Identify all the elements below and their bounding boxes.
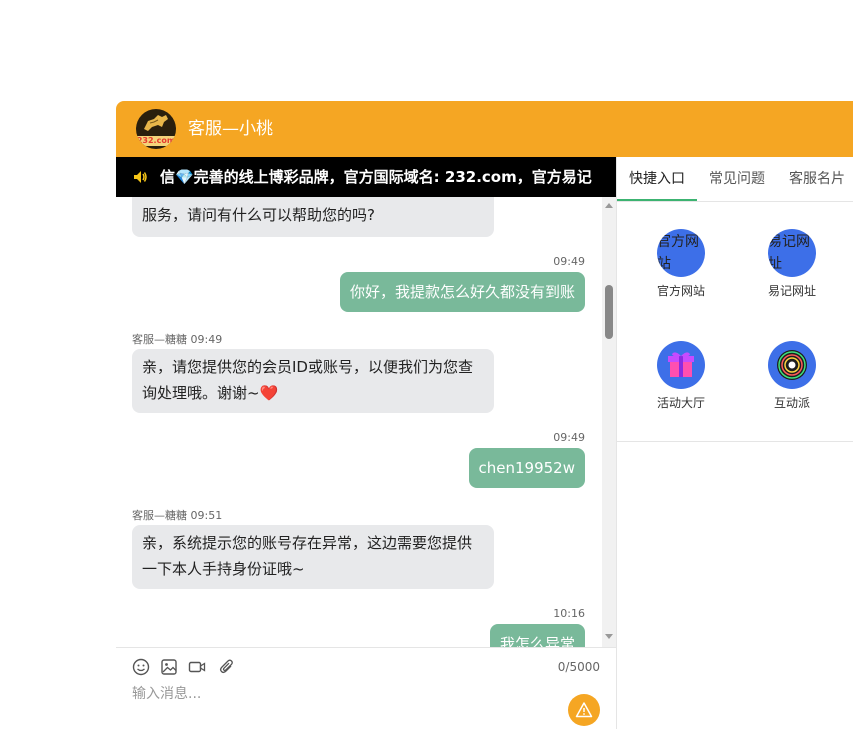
message-list: 服务，请问有什么可以帮助您的吗? 09:49 你好，我提款怎么好久都没有到账 客… [116,197,602,647]
emoji-icon[interactable] [132,658,150,676]
tab-quick-entry[interactable]: 快捷入口 [617,157,697,201]
side-tabs: 快捷入口 常见问题 客服名片 [617,157,853,202]
attachment-icon[interactable] [218,658,236,676]
camera-lens-icon [768,341,816,389]
message-time: 09:51 [190,509,223,522]
message-meta: 客服—糖糖 09:51 [132,507,222,523]
announcement-ticker: 信💎完善的线上博彩品牌，官方国际域名: 232.com，官方易记 [116,157,616,197]
broken-image-icon: 易记网址 [768,229,816,277]
agent-message: 服务，请问有什么可以帮助您的吗? [132,197,494,237]
scroll-thumb[interactable] [605,285,613,339]
video-icon[interactable] [188,658,206,676]
broken-image-icon: 官方网站 [657,229,705,277]
tab-label: 快捷入口 [629,171,685,187]
gift-icon [657,341,705,389]
logo-brand-text: 232.com [136,136,176,146]
image-alt-text: 易记网址 [768,234,810,272]
user-message: 你好，我提款怎么好久都没有到账 [339,272,585,312]
quick-link-official-site[interactable]: 官方网站 官方网站 [641,229,721,299]
quick-link-interaction[interactable]: 互动派 [752,341,832,411]
quick-link-label: 官方网站 [656,284,705,298]
message-text: 亲，请您提供您的会员ID或账号，以便我们为您查询处理哦。谢谢~❤️ [142,358,473,402]
chat-window: 232.com 客服—小桃 信💎完善的线上博彩品牌，官方国际域名: 232.co… [116,101,853,729]
quick-link-label: 活动大厅 [656,396,705,410]
char-counter: 0/5000 [557,660,600,674]
image-icon[interactable] [160,658,178,676]
chat-header: 232.com 客服—小桃 [116,101,853,157]
message-text: 亲，系统提示您的账号存在异常，这边需要您提供一下本人手持身份证哦~ [142,534,473,578]
sender-name: 客服—糖糖 [132,333,187,346]
message-text: 你好，我提款怎么好久都没有到账 [349,283,575,301]
speaker-icon [134,171,147,183]
quick-link-label: 易记网址 [767,284,816,298]
scroll-up-arrow-icon[interactable] [605,203,613,208]
message-time: 09:49 [190,333,223,346]
agent-message: 亲，系统提示您的账号存在异常，这边需要您提供一下本人手持身份证哦~ [132,525,494,589]
tab-label: 常见问题 [709,171,765,187]
ticker-text: 信💎完善的线上博彩品牌，官方国际域名: 232.com，官方易记 [160,168,592,186]
user-message: chen19952w [468,448,585,488]
quick-link-label: 互动派 [773,396,810,410]
composer: 0/5000 [116,647,616,729]
message-time: 09:49 [553,431,585,444]
message-text: 服务，请问有什么可以帮助您的吗? [142,206,375,224]
horse-icon [144,115,168,131]
tab-label: 客服名片 [789,171,845,187]
user-message: 我怎么异常 [489,624,585,647]
quick-links: 官方网站 官方网站 易记网址 易记网址 活动大厅 互动派 [617,201,853,442]
scroll-down-arrow-icon[interactable] [605,634,613,639]
quick-link-activity-hall[interactable]: 活动大厅 [641,341,721,411]
message-time: 10:16 [553,607,585,620]
sender-name: 客服—糖糖 [132,509,187,522]
message-time: 09:49 [553,255,585,268]
brand-logo: 232.com [136,109,176,149]
tab-faq[interactable]: 常见问题 [697,157,777,201]
page-title: 客服—小桃 [188,119,273,139]
side-panel: 快捷入口 常见问题 客服名片 官方网站 官方网站 易记网址 易记网址 活动大厅 … [616,157,853,729]
tab-agent-card[interactable]: 客服名片 [777,157,853,201]
warning-icon [575,702,593,718]
message-text: 我怎么异常 [499,635,575,647]
chat-panel: 信💎完善的线上博彩品牌，官方国际域名: 232.com，官方易记 服务，请问有什… [116,157,616,729]
agent-message: 亲，请您提供您的会员ID或账号，以便我们为您查询处理哦。谢谢~❤️ [132,349,494,413]
message-text: chen19952w [478,459,575,477]
message-scrollbar[interactable] [602,197,616,647]
image-alt-text: 官方网站 [657,234,699,272]
report-button[interactable] [568,694,600,726]
message-input[interactable] [132,682,552,706]
quick-link-easy-url[interactable]: 易记网址 易记网址 [752,229,832,299]
message-meta: 客服—糖糖 09:49 [132,331,222,347]
